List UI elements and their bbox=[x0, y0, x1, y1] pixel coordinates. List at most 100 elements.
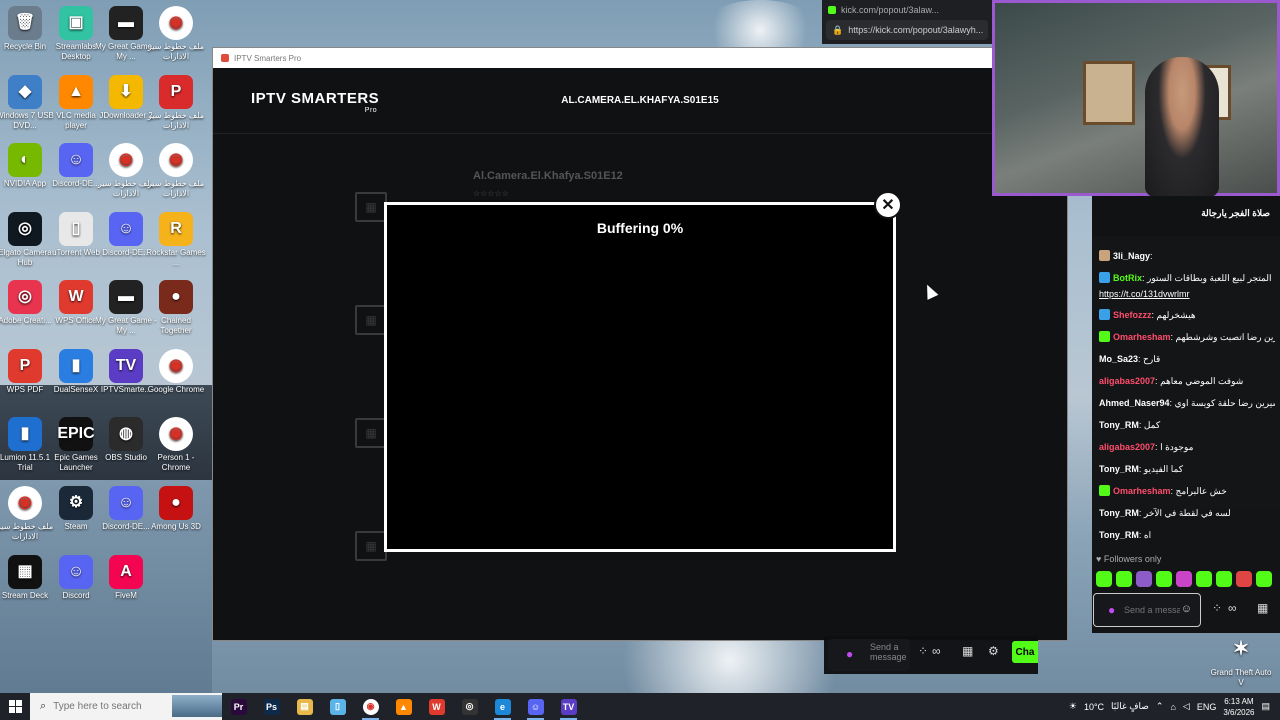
volume-icon[interactable]: ◁ bbox=[1183, 701, 1190, 712]
taskbar-app[interactable]: e bbox=[486, 693, 519, 720]
emote-icon[interactable] bbox=[1196, 571, 1212, 587]
chat-username[interactable]: aligabas2007 bbox=[1099, 442, 1155, 452]
chat-text: هيشخرلهم bbox=[1156, 310, 1196, 320]
emoji-icon[interactable]: ☺ bbox=[1181, 603, 1192, 615]
desktop-icon[interactable]: ◉ Person 1 - Chrome bbox=[145, 417, 207, 473]
chat-username[interactable]: Tony_RM bbox=[1099, 464, 1139, 474]
infinity-icon[interactable]: ∞ bbox=[932, 644, 941, 658]
kick-address-bar[interactable]: 🔒 https://kick.com/popout/3alawyh... bbox=[826, 20, 988, 40]
chat-message: Shefozzz: هيشخرلهم bbox=[1099, 309, 1275, 321]
iptv-header: IPTV SMARTERS Pro AL.CAMERA.EL.KHAFYA.S0… bbox=[213, 68, 1067, 134]
chat-text: موجودة ا bbox=[1160, 442, 1194, 452]
emote-icon[interactable] bbox=[1096, 571, 1112, 587]
chrome-icon: ◉ bbox=[362, 698, 379, 715]
episode-thumbnail-image-icon[interactable]: ▦ bbox=[355, 531, 387, 561]
stream-deck-icon: ▦ bbox=[8, 555, 42, 589]
emote-icon[interactable] bbox=[1176, 571, 1192, 587]
chat-message-input[interactable] bbox=[1124, 598, 1180, 622]
weather-icon[interactable]: ☀ bbox=[1069, 701, 1077, 712]
desktop-icon[interactable]: ◉ Google Chrome bbox=[145, 349, 207, 395]
language-indicator[interactable]: ENG bbox=[1197, 702, 1217, 712]
settings-gear-icon[interactable]: ⚙ bbox=[988, 644, 999, 658]
emote-icon[interactable] bbox=[1156, 571, 1172, 587]
taskbar-app[interactable]: ▤ bbox=[288, 693, 321, 720]
infinity-icon[interactable]: ∞ bbox=[1228, 601, 1237, 615]
desktop-icon[interactable]: ● Chained Together bbox=[145, 280, 207, 336]
emote-icon[interactable] bbox=[1256, 571, 1272, 587]
discord-icon: ☺ bbox=[59, 143, 93, 177]
emote-icon[interactable] bbox=[1116, 571, 1132, 587]
clock-time: 6:13 AM bbox=[1224, 696, 1254, 706]
chat-username[interactable]: Shefozzz bbox=[1113, 310, 1152, 320]
desktop-icon-label: Google Chrome bbox=[147, 385, 205, 394]
chat-link[interactable]: https://t.co/131dvwrlmr bbox=[1099, 289, 1190, 299]
chat-message: 3li_Nagy: bbox=[1099, 250, 1275, 262]
kick-chat-input[interactable]: ● Send a message bbox=[828, 639, 910, 671]
notification-chevron-icon[interactable]: ⌃ bbox=[1156, 701, 1164, 712]
emote-icon[interactable] bbox=[1236, 571, 1252, 587]
desktop-icon[interactable]: ◉ ملف خطوط سير الادارات bbox=[145, 6, 207, 62]
desktop-icon[interactable]: ◉ ملف خطوط سير الادارات bbox=[145, 143, 207, 199]
clock[interactable]: 6:13 AM 3/6/2026 bbox=[1223, 696, 1254, 718]
pinned-message: صلاة الفجر يارجالة bbox=[1201, 208, 1270, 218]
chat-username[interactable]: BotRix bbox=[1113, 273, 1142, 283]
taskbar-app[interactable]: ▲ bbox=[387, 693, 420, 720]
weather-temp[interactable]: 10°C bbox=[1084, 702, 1104, 712]
taskbar-app[interactable]: ◉ bbox=[354, 693, 387, 720]
chat-username[interactable]: Mo_Sa23 bbox=[1099, 354, 1138, 364]
store-icon[interactable]: ▦ bbox=[962, 644, 973, 658]
microphone-icon[interactable]: ● bbox=[1108, 603, 1115, 617]
user-badge-icon bbox=[1099, 272, 1110, 283]
chat-username[interactable]: Tony_RM bbox=[1099, 530, 1139, 540]
taskbar-app[interactable]: Pr bbox=[222, 693, 255, 720]
desktop-icon[interactable]: A FiveM bbox=[95, 555, 157, 601]
lumion-icon: ▮ bbox=[8, 417, 42, 451]
chat-username[interactable]: 3li_Nagy bbox=[1113, 251, 1150, 261]
share-icon[interactable]: ⁘ bbox=[918, 644, 928, 658]
chat-username[interactable]: Omarhesham bbox=[1113, 486, 1171, 496]
desktop-icon[interactable]: ● Among Us 3D bbox=[145, 486, 207, 532]
store-icon[interactable]: ▦ bbox=[1257, 601, 1268, 615]
microphone-icon[interactable]: ● bbox=[846, 647, 853, 661]
taskbar-app[interactable]: ◎ bbox=[453, 693, 486, 720]
taskbar-search[interactable]: ⌕ bbox=[30, 693, 222, 720]
chat-username[interactable]: Tony_RM bbox=[1099, 508, 1139, 518]
background-episode-title[interactable]: Al.Camera.El.Khafya.S01E12 bbox=[473, 170, 623, 182]
desktop-icon[interactable]: P ملف خطوط سير الادارات bbox=[145, 75, 207, 131]
kick-tab[interactable]: kick.com/popout/3alaw... bbox=[822, 0, 992, 20]
close-player-button[interactable]: ✕ bbox=[874, 191, 902, 219]
taskbar-app[interactable]: Ps bbox=[255, 693, 288, 720]
iptv-title-bar[interactable]: IPTV Smarters Pro bbox=[213, 48, 1067, 68]
episode-thumbnail-image-icon[interactable]: ▦ bbox=[355, 418, 387, 448]
chat-text: قارح bbox=[1143, 354, 1161, 364]
user-badge-icon bbox=[1099, 309, 1110, 320]
share-icon[interactable]: ⁘ bbox=[1212, 601, 1222, 615]
desktop-icon-gta[interactable]: ✶ Grand Theft Auto V bbox=[1210, 632, 1272, 688]
emote-icon[interactable] bbox=[1136, 571, 1152, 587]
start-button[interactable] bbox=[0, 693, 30, 720]
chat-username[interactable]: Omarhesham bbox=[1113, 332, 1171, 342]
chat-text: كما الفيديو bbox=[1143, 464, 1183, 474]
episode-thumbnail-image-icon[interactable]: ▦ bbox=[355, 192, 387, 222]
emote-icon[interactable] bbox=[1216, 571, 1232, 587]
chat-username[interactable]: Ahmed_Naser94 bbox=[1099, 398, 1170, 408]
video-player[interactable]: Buffering 0% bbox=[384, 202, 896, 552]
taskbar-app[interactable]: TV bbox=[552, 693, 585, 720]
chat-separator: : bbox=[1150, 251, 1153, 261]
system-tray: ☀ 10°C صافٍ غالبًا ⌃ ⌂ ◁ ENG 6:13 AM 3/6… bbox=[1069, 693, 1280, 720]
desktop-icon[interactable]: R Rockstar Games ... bbox=[145, 212, 207, 268]
chat-send-button[interactable]: Cha bbox=[1012, 641, 1038, 663]
chat-username[interactable]: Tony_RM bbox=[1099, 420, 1139, 430]
taskbar-search-input[interactable] bbox=[53, 701, 164, 712]
chat-username[interactable]: aligabas2007 bbox=[1099, 376, 1155, 386]
taskbar-app[interactable]: ☺ bbox=[519, 693, 552, 720]
network-icon[interactable]: ⌂ bbox=[1170, 702, 1175, 712]
taskbar-app[interactable]: W bbox=[420, 693, 453, 720]
taskbar-app[interactable]: ▯ bbox=[321, 693, 354, 720]
notification-center-icon[interactable]: ▤ bbox=[1261, 701, 1270, 712]
desktop-icon-label: ملف خطوط سير الادارات bbox=[147, 111, 205, 130]
chat-input-box[interactable]: ● ☺ bbox=[1093, 593, 1201, 627]
iptv-logo-sub: Pro bbox=[364, 107, 378, 114]
weather-description[interactable]: صافٍ غالبًا bbox=[1111, 701, 1149, 712]
episode-thumbnail-image-icon[interactable]: ▦ bbox=[355, 305, 387, 335]
